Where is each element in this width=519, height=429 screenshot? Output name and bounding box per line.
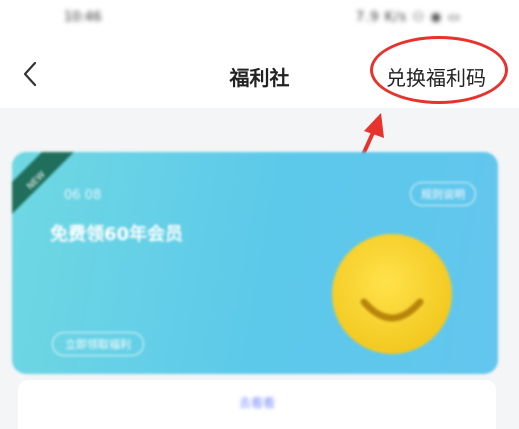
bottom-link[interactable]: 去看看 <box>18 394 496 411</box>
card-rule-tag[interactable]: 规则说明 <box>410 182 476 206</box>
smiley-icon <box>332 234 452 354</box>
card-title: 免费领60年会员 <box>50 224 184 245</box>
bottom-panel: 去看看 <box>18 380 496 429</box>
welfare-card[interactable]: NEW 06 08 免费领60年会员 规则说明 立即领取福利 <box>12 152 498 374</box>
card-action-button[interactable]: 立即领取福利 <box>52 332 144 356</box>
card-subtitle: 06 08 <box>64 188 102 203</box>
